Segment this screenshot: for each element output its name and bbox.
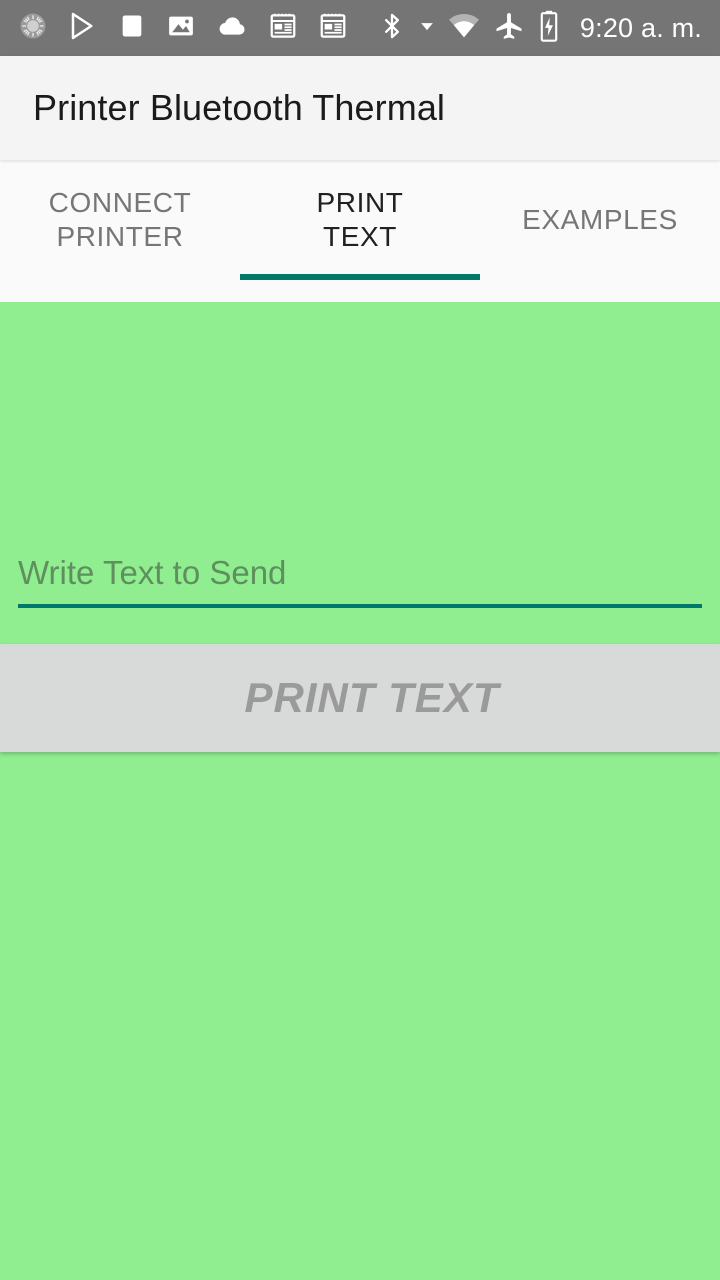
sync-spinner-icon — [18, 11, 48, 46]
text-input-area — [0, 302, 720, 644]
tab-print-text-label: PRINT TEXT — [316, 187, 404, 252]
bluetooth-icon — [378, 11, 406, 46]
tab-examples-label: EXAMPLES — [522, 204, 678, 235]
status-bar: 9:20 a. m. — [0, 0, 720, 56]
print-text-panel: PRINT TEXT — [0, 302, 720, 1280]
play-store-icon — [68, 11, 98, 46]
battery-charging-icon — [538, 10, 560, 47]
news-article-alt-icon — [318, 11, 348, 46]
square-icon — [118, 12, 146, 45]
news-article-icon — [268, 11, 298, 46]
text-to-send-input[interactable] — [18, 554, 702, 608]
status-bar-clock: 9:20 a. m. — [579, 12, 702, 43]
content-empty-area — [0, 752, 720, 1280]
photo-icon — [166, 11, 196, 46]
tab-bar: CONNECT PRINTER PRINT TEXT EXAMPLES — [0, 160, 720, 302]
wifi-icon — [448, 10, 480, 47]
page-title: Printer Bluetooth Thermal — [33, 87, 446, 128]
dropdown-caret-icon — [420, 19, 434, 38]
tab-print-text[interactable]: PRINT TEXT — [240, 160, 480, 302]
status-bar-right-icons: 9:20 a. m. — [378, 10, 702, 47]
print-text-button[interactable]: PRINT TEXT — [0, 644, 720, 752]
tab-examples[interactable]: EXAMPLES — [480, 160, 720, 302]
tab-connect-printer[interactable]: CONNECT PRINTER — [0, 160, 240, 302]
status-bar-left-icons — [18, 10, 348, 47]
app-bar: Printer Bluetooth Thermal — [0, 56, 720, 160]
tab-selected-indicator — [240, 274, 480, 280]
tab-connect-printer-label: CONNECT PRINTER — [48, 187, 192, 252]
airplane-mode-icon — [494, 11, 524, 46]
cloud-icon — [216, 10, 248, 47]
